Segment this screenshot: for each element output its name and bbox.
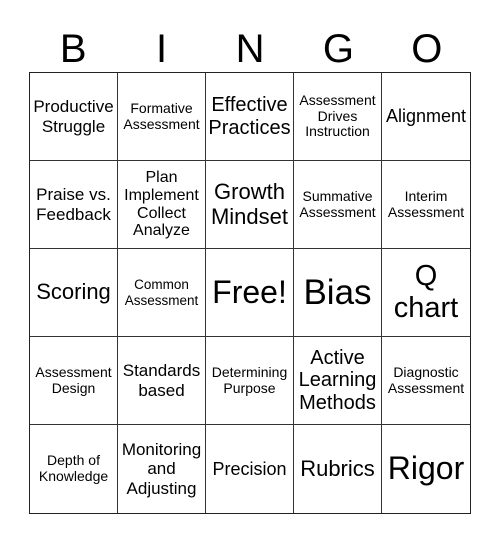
bingo-cell[interactable]: Productive Struggle	[30, 73, 118, 161]
bingo-cell[interactable]: Effective Practices	[206, 73, 294, 161]
bingo-cell[interactable]: Summative Assessment	[294, 161, 382, 249]
bingo-cell[interactable]: Monitoring and Adjusting	[118, 425, 206, 513]
header-letter-g: G	[322, 27, 354, 71]
header-letter-o: O	[411, 27, 443, 71]
bingo-header: B I N G O	[29, 26, 471, 72]
bingo-grid: Productive Struggle Formative Assessment E…	[29, 72, 471, 514]
bingo-cell[interactable]: Common Assessment	[118, 249, 206, 337]
bingo-cell[interactable]: Precision	[206, 425, 294, 513]
bingo-cell[interactable]: Bias	[294, 249, 382, 337]
header-letter-n: N	[235, 27, 265, 71]
header-letter-b: B	[59, 27, 87, 71]
bingo-cell[interactable]: Depth of Knowledge	[30, 425, 118, 513]
bingo-cell[interactable]: Standards based	[118, 337, 206, 425]
bingo-cell[interactable]: Qchart	[382, 249, 470, 337]
bingo-cell[interactable]: Growth Mindset	[206, 161, 294, 249]
bingo-cell[interactable]: Determining Purpose	[206, 337, 294, 425]
bingo-cell[interactable]: Formative Assessment	[118, 73, 206, 161]
header-letter-i: I	[156, 27, 168, 71]
bingo-cell[interactable]: Alignment	[382, 73, 470, 161]
bingo-cell[interactable]: Active Learning Methods	[294, 337, 382, 425]
bingo-cell[interactable]: Plan Implement Collect Analyze	[118, 161, 206, 249]
bingo-cell-free[interactable]: Free!	[206, 249, 294, 337]
bingo-cell[interactable]: Praise vs. Feedback	[30, 161, 118, 249]
bingo-cell[interactable]: Assessment Drives Instruction	[294, 73, 382, 161]
bingo-cell[interactable]: Rigor	[382, 425, 470, 513]
bingo-cell[interactable]: Scoring	[30, 249, 118, 337]
bingo-cell[interactable]: Rubrics	[294, 425, 382, 513]
bingo-cell[interactable]: Interim Assessment	[382, 161, 470, 249]
bingo-cell[interactable]: Assessment Design	[30, 337, 118, 425]
bingo-cell[interactable]: Diagnostic Assessment	[382, 337, 470, 425]
